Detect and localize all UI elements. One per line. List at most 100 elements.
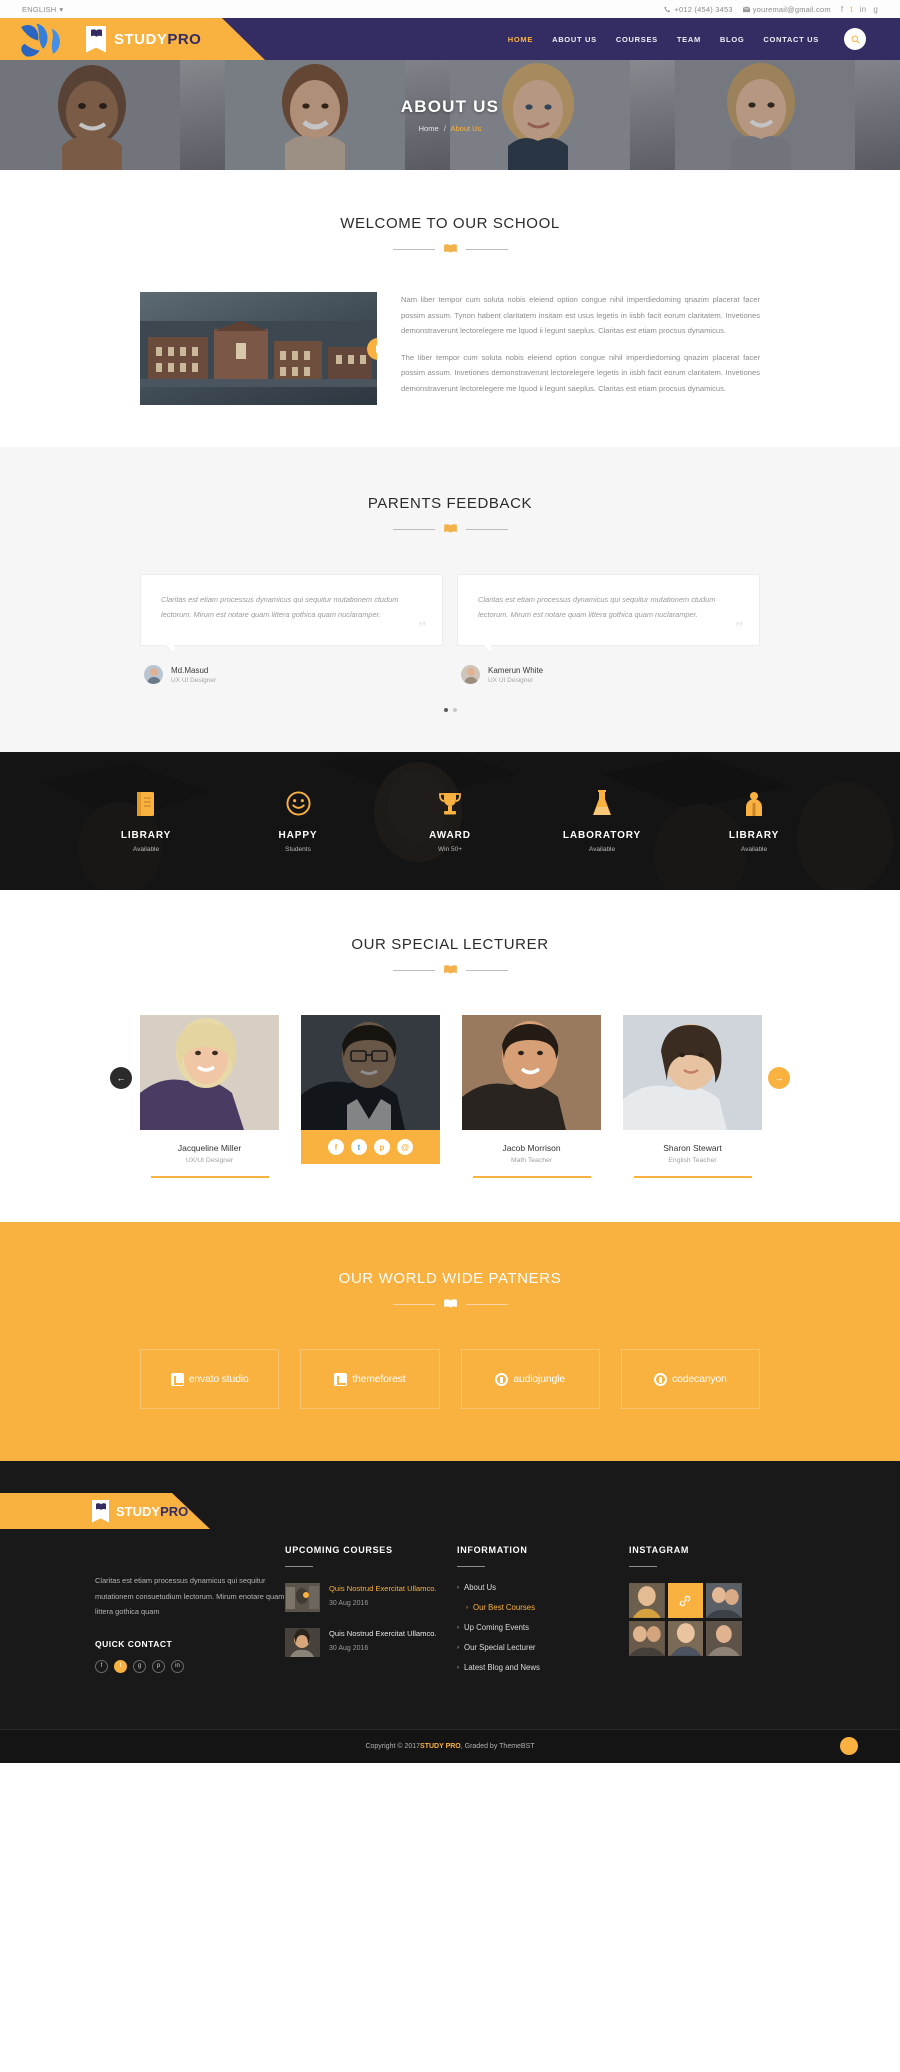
parents-feedback-section: PARENTS FEEDBACK Claritas est etiam proc… xyxy=(0,447,900,752)
twitter-icon[interactable]: t xyxy=(114,1659,127,1673)
google-plus-icon[interactable]: g xyxy=(133,1659,146,1673)
lecturer-portrait-3 xyxy=(462,1015,601,1130)
divider-line-right xyxy=(465,248,508,250)
partner-logo-audiojungle[interactable]: audiojungle xyxy=(460,1349,600,1409)
partner-logo-codecanyon[interactable]: codecanyon xyxy=(620,1349,760,1409)
nav-item-about-us[interactable]: ABOUT US xyxy=(552,35,597,44)
logo-pro: PRO xyxy=(167,30,202,48)
open-book-icon xyxy=(443,1299,457,1309)
main-navigation: HOME ABOUT US COURSES TEAM BLOG CONTACT … xyxy=(508,28,900,50)
footer-logo-block[interactable]: STUDYPRO xyxy=(0,1493,210,1529)
partner-logo-envato-studio[interactable]: envato studio xyxy=(140,1349,280,1409)
nav-item-blog[interactable]: BLOG xyxy=(720,35,744,44)
course-thumbnail xyxy=(285,1583,320,1612)
stat-item: HAPPY Students xyxy=(222,790,374,853)
instagram-image-6 xyxy=(706,1621,742,1656)
footer-courses-column: UPCOMING COURSES Quis Nostrud Exercitat … xyxy=(285,1545,457,1683)
lecturer-card[interactable]: Jacob Morrison Math Teacher xyxy=(462,1015,601,1178)
instagram-thumb[interactable] xyxy=(667,1621,704,1656)
envato-mark-icon xyxy=(170,1372,184,1386)
top-bar: ENGLISH ▾ +012 (454) 3453 youremail@gmai… xyxy=(0,0,900,18)
heading-underline xyxy=(629,1566,657,1567)
partner-label: codecanyon xyxy=(672,1373,727,1385)
nav-item-courses[interactable]: COURSES xyxy=(616,35,658,44)
testimonial-author: Md.Masud UX UI Designer xyxy=(140,665,443,684)
facebook-icon[interactable]: f xyxy=(841,5,843,14)
heading-underline xyxy=(457,1566,485,1567)
breadcrumb-separator: / xyxy=(443,124,446,133)
footer-link-about-us[interactable]: › About Us xyxy=(457,1583,629,1592)
partner-logo-themeforest[interactable]: themeforest xyxy=(300,1349,440,1409)
lecturer-card[interactable]: Jacqueline Miller UX/UI Designer xyxy=(140,1015,279,1178)
campus-video-thumbnail[interactable] xyxy=(140,292,377,405)
lecturer-name: Sharon Stewart xyxy=(663,1143,722,1153)
lecturer-name: Jacqueline Miller xyxy=(177,1143,242,1153)
footer-link-our-best-courses[interactable]: › Our Best Courses xyxy=(457,1603,629,1612)
language-label: ENGLISH xyxy=(22,4,57,14)
instagram-thumb[interactable] xyxy=(706,1621,742,1656)
back-to-top-button[interactable] xyxy=(840,1737,858,1755)
linkedin-icon[interactable]: in xyxy=(171,1659,184,1673)
instagram-thumb[interactable] xyxy=(629,1621,665,1656)
twitter-icon[interactable]: t xyxy=(850,5,852,14)
quote-icon: ” xyxy=(418,618,426,637)
carousel-dot-1[interactable] xyxy=(443,708,448,712)
google-plus-icon[interactable]: g xyxy=(873,5,878,14)
lecturer-card[interactable]: Sharon Stewart English Teacher xyxy=(623,1015,762,1178)
footer-link-our-special-lecturer[interactable]: › Our Special Lecturer xyxy=(457,1643,629,1652)
lecturers-title: OUR SPECIAL LECTURER xyxy=(351,936,549,953)
lecturer-underline xyxy=(633,1176,752,1178)
carousel-next-button[interactable]: → xyxy=(768,1067,790,1089)
nav-item-home[interactable]: HOME xyxy=(508,35,533,44)
search-button[interactable] xyxy=(844,28,866,50)
phone-info: +012 (454) 3453 xyxy=(664,5,733,14)
pinterest-icon[interactable]: p xyxy=(152,1659,165,1673)
footer-link-latest-blog-and-news[interactable]: › Latest Blog and News xyxy=(457,1663,629,1672)
stat-name: LABORATORY xyxy=(562,829,642,841)
instagram-image-4 xyxy=(629,1621,665,1656)
divider-line-right xyxy=(465,1303,508,1305)
linkedin-icon[interactable]: in xyxy=(860,5,867,14)
divider-line-left xyxy=(392,1303,435,1305)
email-icon[interactable]: @ xyxy=(397,1139,413,1155)
footer-information-column: INFORMATION › About Us › Our Best Course… xyxy=(457,1545,629,1683)
stat-name: LIBRARY xyxy=(120,829,172,841)
lecturer-role: UX/UI Designer xyxy=(185,1157,234,1164)
chevron-right-icon: › xyxy=(457,1624,459,1631)
search-icon xyxy=(851,35,860,44)
lecturer-photo xyxy=(623,1015,762,1130)
book-badge-icon xyxy=(92,1499,109,1523)
nav-item-contact-us[interactable]: CONTACT US xyxy=(763,35,819,44)
lecturer-card-active[interactable]: f t p @ xyxy=(301,1015,440,1178)
instagram-thumb[interactable] xyxy=(629,1583,665,1618)
link-label: Our Special Lecturer xyxy=(464,1643,536,1652)
nav-item-team[interactable]: TEAM xyxy=(677,35,701,44)
open-book-icon xyxy=(90,28,102,37)
partner-label: envato studio xyxy=(188,1373,249,1385)
carousel-prev-button[interactable]: ← xyxy=(110,1067,132,1089)
course-item[interactable]: Quis Nostrud Exercitat Ullamco. 30 Aug 2… xyxy=(285,1628,457,1657)
instagram-thumb[interactable] xyxy=(706,1583,742,1618)
instagram-thumb-highlight[interactable] xyxy=(667,1583,704,1618)
pinterest-icon[interactable]: p xyxy=(374,1139,390,1155)
breadcrumb-home[interactable]: Home xyxy=(419,124,439,133)
language-selector[interactable]: ENGLISH ▾ xyxy=(22,5,63,14)
stat-item: LABORATORY Available xyxy=(526,790,678,853)
stats-counter-section: LIBRARY Available HAPPY Students AWARD W… xyxy=(0,752,900,890)
footer-social-links: f t g p in xyxy=(95,1659,285,1673)
chevron-down-icon: ▾ xyxy=(59,4,64,14)
email-address: youremail@gmail.com xyxy=(752,4,831,14)
carousel-dot-2[interactable] xyxy=(452,708,457,712)
facebook-icon[interactable]: f xyxy=(328,1139,344,1155)
book-icon xyxy=(70,790,222,818)
breadcrumb-current: About Us xyxy=(450,124,482,133)
chevron-right-icon: › xyxy=(457,1664,459,1671)
footer-link-up-coming-events[interactable]: › Up Coming Events xyxy=(457,1623,629,1632)
chevron-right-icon: › xyxy=(466,1604,468,1611)
envelope-icon xyxy=(742,6,750,12)
course-item[interactable]: Quis Nostrud Exercitat Ullamco. 30 Aug 2… xyxy=(285,1583,457,1612)
logo-block[interactable]: STUDYPRO xyxy=(0,18,265,60)
link-icon xyxy=(680,1595,691,1606)
facebook-icon[interactable]: f xyxy=(95,1659,108,1673)
twitter-icon[interactable]: t xyxy=(351,1139,367,1155)
